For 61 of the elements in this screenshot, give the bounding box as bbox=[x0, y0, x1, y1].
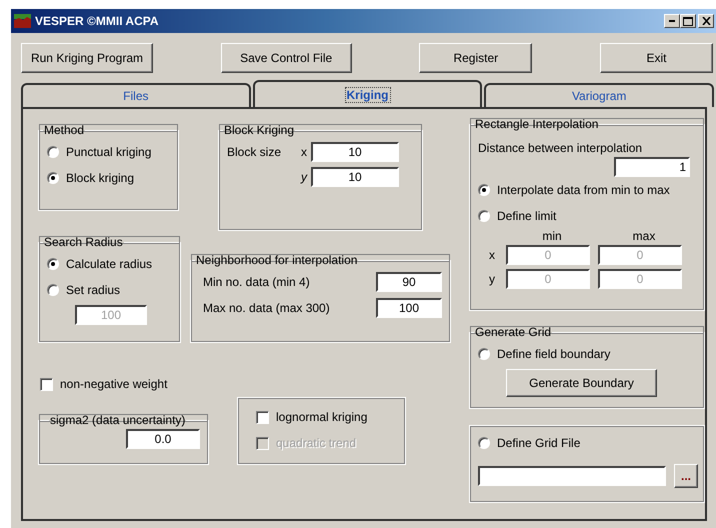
axis-label: y bbox=[301, 170, 308, 184]
radio-button[interactable] bbox=[478, 184, 490, 196]
toolbar-button[interactable]: Exit bbox=[600, 43, 713, 73]
axis-label: y bbox=[488, 272, 496, 286]
tab[interactable]: Kriging bbox=[252, 80, 482, 107]
checkbox[interactable] bbox=[40, 378, 53, 390]
option-label[interactable]: lognormal kriging bbox=[276, 410, 368, 424]
column-label: min bbox=[541, 229, 563, 243]
option-label[interactable]: non-negative weight bbox=[60, 377, 168, 391]
toolbar-button[interactable]: Register bbox=[419, 43, 532, 73]
option-label[interactable]: Punctual kriging bbox=[66, 145, 152, 159]
input-field[interactable]: 10 bbox=[311, 142, 399, 162]
radio-button[interactable] bbox=[47, 146, 59, 158]
option-label[interactable]: Interpolate data from min to max bbox=[497, 183, 670, 197]
input-field[interactable]: 1 bbox=[614, 157, 690, 177]
radio-button[interactable] bbox=[478, 348, 490, 360]
landscape-icon bbox=[14, 14, 31, 28]
radio-button[interactable] bbox=[47, 172, 59, 184]
option-label[interactable]: Calculate radius bbox=[66, 257, 152, 271]
option-label[interactable]: Define field boundary bbox=[497, 347, 610, 361]
maximize-icon bbox=[683, 16, 693, 26]
input-field[interactable]: 100 bbox=[376, 298, 442, 318]
input-field[interactable]: 10 bbox=[311, 167, 399, 187]
browse-button[interactable]: ... bbox=[674, 464, 698, 488]
group-title: Search Radius bbox=[43, 235, 124, 249]
minimize-button[interactable] bbox=[664, 14, 680, 28]
column-label: max bbox=[632, 229, 656, 243]
axis-label: x bbox=[301, 145, 308, 159]
radio-button[interactable] bbox=[47, 284, 59, 296]
option-label[interactable]: Define Grid File bbox=[497, 436, 580, 450]
group-title: Generate Grid bbox=[474, 325, 552, 339]
input-field[interactable]: 90 bbox=[376, 272, 442, 292]
group-title: Method bbox=[43, 123, 86, 137]
close-icon bbox=[702, 17, 710, 25]
maximize-button[interactable] bbox=[680, 14, 696, 28]
radio-button[interactable] bbox=[47, 258, 59, 270]
checkbox[interactable] bbox=[256, 410, 269, 424]
group-title: Rectangle Interpolation bbox=[474, 117, 600, 131]
generate-boundary-button[interactable]: Generate Boundary bbox=[506, 369, 657, 397]
axis-label: x bbox=[488, 248, 496, 262]
toolbar-button[interactable]: Save Control File bbox=[220, 43, 352, 73]
radio-button[interactable] bbox=[478, 437, 490, 449]
input-field[interactable] bbox=[478, 466, 666, 486]
close-button[interactable] bbox=[698, 14, 714, 28]
field-label: Max no. data (max 300) bbox=[203, 301, 330, 315]
group-title: Block Kriging bbox=[223, 123, 296, 137]
radio-button[interactable] bbox=[478, 210, 490, 222]
toolbar-button[interactable]: Run Kriging Program bbox=[21, 43, 153, 73]
tab[interactable]: Variogram bbox=[484, 83, 714, 107]
option-label[interactable]: Block kriging bbox=[66, 171, 134, 185]
option-label[interactable]: Define limit bbox=[497, 209, 556, 223]
field-label: Distance between interpolation bbox=[478, 141, 644, 155]
input-field[interactable]: 0.0 bbox=[126, 429, 200, 449]
option-label[interactable]: Set radius bbox=[66, 283, 120, 297]
window-title: VESPER ©MMII ACPA bbox=[35, 14, 160, 28]
minimize-icon bbox=[669, 20, 675, 22]
group-title: Neighborhood for interpolation bbox=[195, 253, 358, 267]
field-label: Block size bbox=[227, 145, 282, 159]
group-title: sigma2 (data uncertainty) bbox=[49, 413, 186, 427]
field-label: Min no. data (min 4) bbox=[203, 275, 310, 289]
tab[interactable]: Files bbox=[21, 83, 251, 107]
